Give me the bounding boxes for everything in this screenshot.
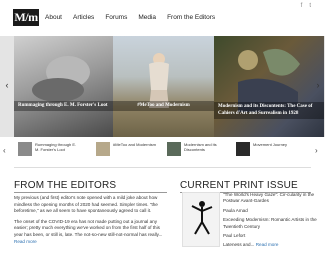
thumb-label: Rummaging through E. M. Forster's Loot <box>35 142 77 152</box>
issue-contents: "The World's Heavy Gaze": Cir-cularity i… <box>223 192 323 252</box>
slider-prev-icon[interactable]: ‹ <box>3 80 11 90</box>
editors-heading-rule <box>14 192 167 193</box>
site-header: M/m About Articles Forums Media From the… <box>0 0 325 36</box>
twitter-icon[interactable]: t <box>309 3 311 9</box>
issue-heading: CURRENT PRINT ISSUE <box>180 180 298 191</box>
nav-forums[interactable]: Forums <box>105 14 127 21</box>
thumb-image <box>236 142 250 156</box>
thumb-item[interactable]: Rummaging through E. M. Forster's Loot <box>18 142 79 156</box>
hero-slide-caption: #MeToo and Modernism <box>113 100 214 111</box>
hero-slide-forster[interactable]: Rummaging through E. M. Forster's Loot <box>14 36 113 137</box>
hero-slide-discontents[interactable]: Modernism and its Discontents: The Case … <box>214 36 324 137</box>
editors-read-more-link[interactable]: Read more <box>14 239 37 244</box>
nav-media[interactable]: Media <box>138 14 156 21</box>
thumb-image <box>18 142 32 156</box>
nav-articles[interactable]: Articles <box>73 14 94 21</box>
thumb-label: Modernism and its Discontents <box>184 142 217 152</box>
hero-slide-caption: Rummaging through E. M. Forster's Loot <box>14 100 113 111</box>
issue-cover[interactable] <box>182 192 220 247</box>
issue-article-title[interactable]: Lateness and... Read more <box>223 242 323 248</box>
thumbs-next-icon[interactable]: › <box>315 146 318 155</box>
hero-slide-metoo[interactable]: #MeToo and Modernism <box>113 36 214 137</box>
hero-slider: Rummaging through E. M. Forster's Loot #… <box>0 36 325 137</box>
main-nav: About Articles Forums Media From the Edi… <box>45 14 215 21</box>
social-links: f t <box>301 3 311 9</box>
thumbs-prev-icon[interactable]: ‹ <box>3 146 6 155</box>
thumb-item[interactable]: Movement Journey <box>236 142 297 156</box>
thumb-item[interactable]: #MeToo and Modernism <box>96 142 157 156</box>
thumb-image <box>167 142 181 156</box>
slider-next-icon[interactable]: › <box>314 80 322 90</box>
editors-paragraph-text: The onset of the COVID-19 era has not ma… <box>14 218 163 237</box>
thumb-label: #MeToo and Modernism <box>113 142 156 147</box>
issue-article-text: Lateness and... <box>223 242 255 248</box>
thumb-label: Movement Journey <box>253 142 288 147</box>
editors-heading: FROM THE EDITORS <box>14 180 117 191</box>
issue-article-title[interactable]: Exceeding Modernism: Romantic Artists in… <box>223 217 323 230</box>
issue-article-title[interactable]: "The World's Heavy Gaze": Cir-cularity i… <box>223 192 323 205</box>
thumb-image <box>96 142 110 156</box>
nav-from-the-editors[interactable]: From the Editors <box>167 14 215 21</box>
site-logo[interactable]: M/m <box>13 9 39 26</box>
editors-paragraph: My previous (and first) editor's note op… <box>14 195 158 214</box>
hero-slide-caption: Modernism and its Discontents: The Case … <box>214 102 324 119</box>
issue-article-author: Paul Lefort <box>223 233 246 239</box>
issue-read-more-link[interactable]: Read more <box>256 242 279 247</box>
dancer-figure-icon <box>191 201 213 235</box>
nav-about[interactable]: About <box>45 14 62 21</box>
slider-thumbnails: ‹ Rummaging through E. M. Forster's Loot… <box>0 137 325 167</box>
divider <box>14 167 311 168</box>
editors-paragraph: The onset of the COVID-19 era has not ma… <box>14 219 167 245</box>
editors-body: My previous (and first) editor's note op… <box>14 195 167 249</box>
issue-article-author: Paula Amad <box>223 207 248 213</box>
thumb-item[interactable]: Modernism and its Discontents <box>167 142 228 156</box>
facebook-icon[interactable]: f <box>301 3 303 9</box>
